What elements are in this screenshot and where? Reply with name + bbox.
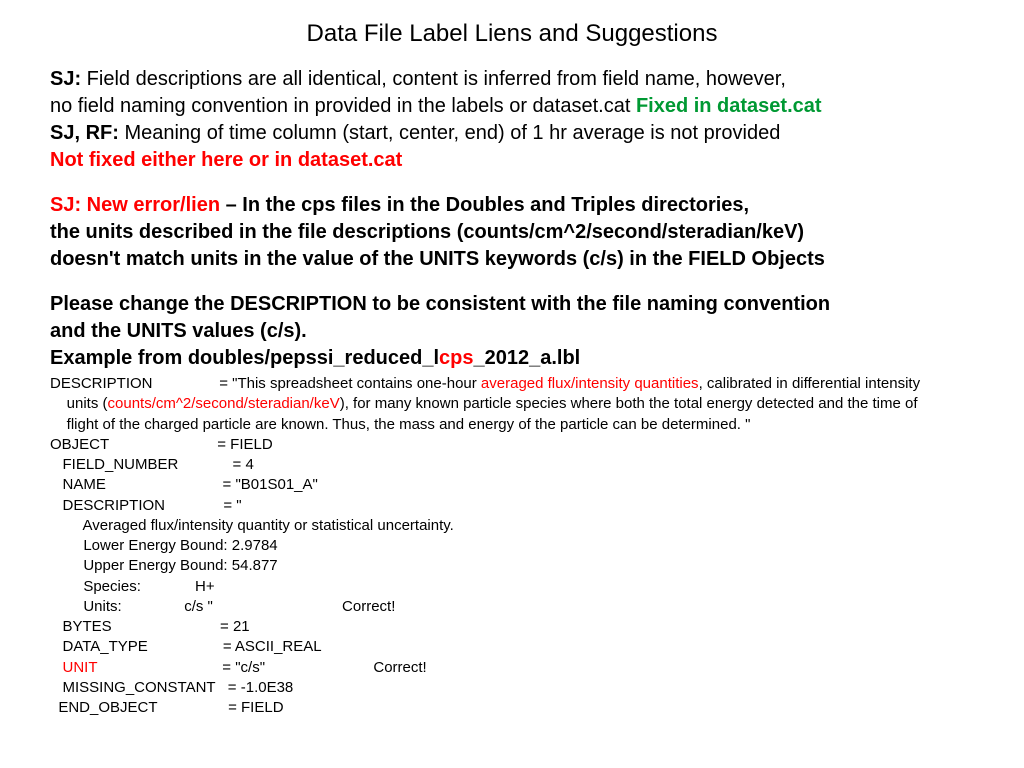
c-l1b: , calibrated in differential intensity — [699, 375, 921, 392]
new-error-lead: SJ: New error/lien — [50, 194, 220, 216]
p1-line2: no field naming convention in provided i… — [50, 95, 636, 117]
example-pre: Example from doubles/pepssi_reduced_l — [50, 347, 439, 369]
p3-line1: Please change the DESCRIPTION to be cons… — [50, 293, 830, 315]
paragraph-2: SJ: New error/lien – In the cps files in… — [50, 192, 974, 273]
p2-rest1: – In the cps files in the Doubles and Tr… — [220, 194, 749, 216]
c-l15r: UNIT — [63, 659, 98, 676]
slide-content: Data File Label Liens and Suggestions SJ… — [0, 0, 1024, 738]
p3-line2: and the UNITS values (c/s). — [50, 320, 307, 342]
p1-line3: Meaning of time column (start, center, e… — [119, 122, 780, 144]
c-l1a: DESCRIPTION = "This spreadsheet contains… — [50, 375, 481, 392]
c-l8: Averaged flux/intensity quantity or stat… — [50, 517, 454, 534]
p2-line2: the units described in the file descript… — [50, 221, 804, 243]
example-red: cps — [439, 347, 473, 369]
c-l14: DATA_TYPE = ASCII_REAL — [50, 638, 322, 655]
c-l17: END_OBJECT = FIELD — [50, 699, 284, 716]
c-l3: flight of the charged particle are known… — [50, 416, 750, 433]
sj-label: SJ: — [50, 68, 81, 90]
c-l11: Species: H+ — [50, 578, 215, 595]
c-l15a — [50, 659, 63, 676]
c-l9: Lower Energy Bound: 2.9784 — [50, 537, 278, 554]
c-l6: NAME = "B01S01_A" — [50, 476, 318, 493]
example-post: _2012_a.lbl — [473, 347, 580, 369]
p1-line1: Field descriptions are all identical, co… — [81, 68, 786, 90]
c-l16: MISSING_CONSTANT = -1.0E38 — [50, 679, 293, 696]
c-l15b: = "c/s" Correct! — [97, 659, 426, 676]
c-l2b: ), for many known particle species where… — [340, 395, 918, 412]
c-l12: Units: c/s " Correct! — [50, 598, 395, 615]
slide-title: Data File Label Liens and Suggestions — [50, 20, 974, 48]
code-block: DESCRIPTION = "This spreadsheet contains… — [50, 374, 974, 718]
c-l4: OBJECT = FIELD — [50, 436, 273, 453]
sjrf-label: SJ, RF: — [50, 122, 119, 144]
c-l2a: units ( — [50, 395, 108, 412]
c-l2r: counts/cm^2/second/steradian/keV — [108, 395, 340, 412]
c-l10: Upper Energy Bound: 54.877 — [50, 557, 278, 574]
fixed-note: Fixed in dataset.cat — [636, 95, 822, 117]
c-l13: BYTES = 21 — [50, 618, 250, 635]
p2-line3: doesn't match units in the value of the … — [50, 248, 825, 270]
not-fixed-note: Not fixed either here or in dataset.cat — [50, 149, 402, 171]
paragraph-3: Please change the DESCRIPTION to be cons… — [50, 291, 974, 372]
paragraph-1: SJ: Field descriptions are all identical… — [50, 66, 974, 174]
c-l1r: averaged flux/intensity quantities — [481, 375, 699, 392]
c-l7: DESCRIPTION = " — [50, 497, 242, 514]
c-l5: FIELD_NUMBER = 4 — [50, 456, 254, 473]
